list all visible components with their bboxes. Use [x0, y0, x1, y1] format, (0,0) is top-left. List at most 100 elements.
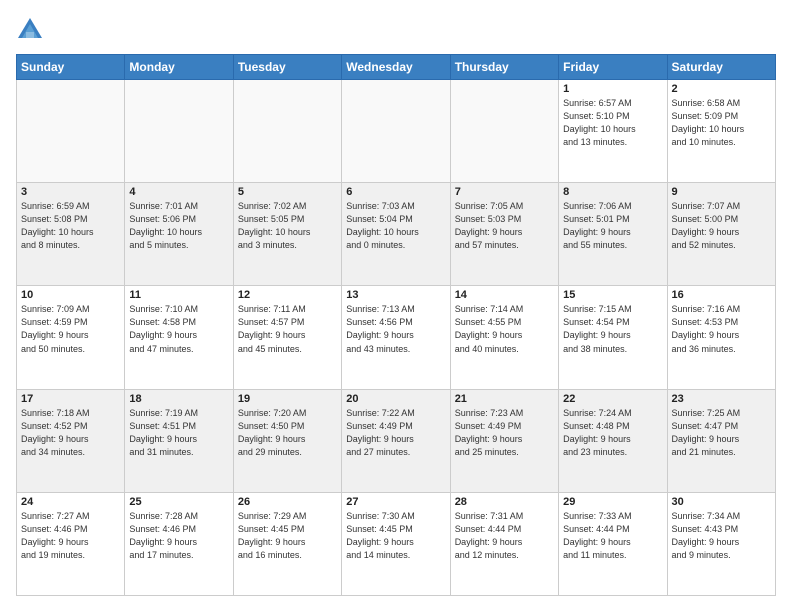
weekday-header: Friday [559, 55, 667, 80]
day-info: Sunrise: 7:22 AM Sunset: 4:49 PM Dayligh… [346, 407, 445, 459]
day-info: Sunrise: 7:02 AM Sunset: 5:05 PM Dayligh… [238, 200, 337, 252]
calendar-cell: 1Sunrise: 6:57 AM Sunset: 5:10 PM Daylig… [559, 80, 667, 183]
day-info: Sunrise: 7:33 AM Sunset: 4:44 PM Dayligh… [563, 510, 662, 562]
day-info: Sunrise: 7:34 AM Sunset: 4:43 PM Dayligh… [672, 510, 771, 562]
day-info: Sunrise: 7:24 AM Sunset: 4:48 PM Dayligh… [563, 407, 662, 459]
calendar-cell: 13Sunrise: 7:13 AM Sunset: 4:56 PM Dayli… [342, 286, 450, 389]
calendar-cell: 25 Sunrise: 7:28 AM Sunset: 4:46 PM Dayli… [125, 492, 233, 595]
calendar-cell: 12 Sunrise: 7:11 AM Sunset: 4:57 PM Dayli… [233, 286, 341, 389]
calendar-cell: 30 Sunrise: 7:34 AM Sunset: 4:43 PM Dayli… [667, 492, 775, 595]
day-number: 10 [21, 289, 120, 301]
day-info: Sunrise: 7:01 AM Sunset: 5:06 PM Dayligh… [129, 200, 228, 252]
day-number: 3 [21, 186, 120, 198]
day-info: Sunrise: 7:20 AM Sunset: 4:50 PM Dayligh… [238, 407, 337, 459]
day-info: Sunrise: 6:57 AM Sunset: 5:10 PM Dayligh… [563, 97, 662, 149]
day-info: Sunrise: 7:13 AM Sunset: 4:56 PM Dayligh… [346, 303, 445, 355]
logo-icon [16, 16, 44, 44]
calendar-cell: 5 Sunrise: 7:02 AM Sunset: 5:05 PM Daylig… [233, 183, 341, 286]
weekday-header: Saturday [667, 55, 775, 80]
day-info: Sunrise: 7:15 AM Sunset: 4:54 PM Dayligh… [563, 303, 662, 355]
day-info: Sunrise: 7:30 AM Sunset: 4:45 PM Dayligh… [346, 510, 445, 562]
calendar-cell: 22 Sunrise: 7:24 AM Sunset: 4:48 PM Dayli… [559, 389, 667, 492]
day-number: 20 [346, 393, 445, 405]
day-number: 29 [563, 496, 662, 508]
day-info: Sunrise: 7:29 AM Sunset: 4:45 PM Dayligh… [238, 510, 337, 562]
day-number: 11 [129, 289, 228, 301]
weekday-header: Thursday [450, 55, 558, 80]
calendar-cell: 10 Sunrise: 7:09 AM Sunset: 4:59 PM Dayli… [17, 286, 125, 389]
day-info: Sunrise: 7:14 AM Sunset: 4:55 PM Dayligh… [455, 303, 554, 355]
calendar-cell: 11 Sunrise: 7:10 AM Sunset: 4:58 PM Dayli… [125, 286, 233, 389]
day-info: Sunrise: 7:23 AM Sunset: 4:49 PM Dayligh… [455, 407, 554, 459]
calendar-cell: 26 Sunrise: 7:29 AM Sunset: 4:45 PM Dayli… [233, 492, 341, 595]
day-info: Sunrise: 7:06 AM Sunset: 5:01 PM Dayligh… [563, 200, 662, 252]
day-number: 9 [672, 186, 771, 198]
day-info: Sunrise: 7:11 AM Sunset: 4:57 PM Dayligh… [238, 303, 337, 355]
day-number: 2 [672, 83, 771, 95]
day-info: Sunrise: 7:10 AM Sunset: 4:58 PM Dayligh… [129, 303, 228, 355]
day-info: Sunrise: 7:31 AM Sunset: 4:44 PM Dayligh… [455, 510, 554, 562]
day-number: 21 [455, 393, 554, 405]
calendar-cell [125, 80, 233, 183]
calendar-cell: 29 Sunrise: 7:33 AM Sunset: 4:44 PM Dayli… [559, 492, 667, 595]
day-info: Sunrise: 7:28 AM Sunset: 4:46 PM Dayligh… [129, 510, 228, 562]
calendar-cell: 6 Sunrise: 7:03 AM Sunset: 5:04 PM Daylig… [342, 183, 450, 286]
calendar-cell: 14 Sunrise: 7:14 AM Sunset: 4:55 PM Dayli… [450, 286, 558, 389]
day-number: 19 [238, 393, 337, 405]
day-info: Sunrise: 7:07 AM Sunset: 5:00 PM Dayligh… [672, 200, 771, 252]
day-number: 24 [21, 496, 120, 508]
day-info: Sunrise: 6:58 AM Sunset: 5:09 PM Dayligh… [672, 97, 771, 149]
calendar-cell: 20 Sunrise: 7:22 AM Sunset: 4:49 PM Dayli… [342, 389, 450, 492]
day-number: 5 [238, 186, 337, 198]
day-number: 28 [455, 496, 554, 508]
day-number: 26 [238, 496, 337, 508]
calendar-cell: 16 Sunrise: 7:16 AM Sunset: 4:53 PM Dayli… [667, 286, 775, 389]
day-info: Sunrise: 7:03 AM Sunset: 5:04 PM Dayligh… [346, 200, 445, 252]
day-number: 25 [129, 496, 228, 508]
header [16, 16, 776, 44]
calendar-cell: 21 Sunrise: 7:23 AM Sunset: 4:49 PM Dayli… [450, 389, 558, 492]
day-number: 4 [129, 186, 228, 198]
calendar-cell: 23 Sunrise: 7:25 AM Sunset: 4:47 PM Dayli… [667, 389, 775, 492]
day-number: 14 [455, 289, 554, 301]
calendar-cell: 7 Sunrise: 7:05 AM Sunset: 5:03 PM Daylig… [450, 183, 558, 286]
day-info: Sunrise: 7:16 AM Sunset: 4:53 PM Dayligh… [672, 303, 771, 355]
day-info: Sunrise: 7:18 AM Sunset: 4:52 PM Dayligh… [21, 407, 120, 459]
weekday-header: Sunday [17, 55, 125, 80]
weekday-header: Wednesday [342, 55, 450, 80]
calendar-cell: 24 Sunrise: 7:27 AM Sunset: 4:46 PM Dayli… [17, 492, 125, 595]
day-info: Sunrise: 7:25 AM Sunset: 4:47 PM Dayligh… [672, 407, 771, 459]
calendar-cell: 28 Sunrise: 7:31 AM Sunset: 4:44 PM Dayli… [450, 492, 558, 595]
calendar-cell: 2 Sunrise: 6:58 AM Sunset: 5:09 PM Daylig… [667, 80, 775, 183]
day-number: 12 [238, 289, 337, 301]
day-number: 18 [129, 393, 228, 405]
day-info: Sunrise: 7:27 AM Sunset: 4:46 PM Dayligh… [21, 510, 120, 562]
day-number: 27 [346, 496, 445, 508]
day-number: 30 [672, 496, 771, 508]
calendar-cell [233, 80, 341, 183]
day-number: 8 [563, 186, 662, 198]
calendar-cell: 8 Sunrise: 7:06 AM Sunset: 5:01 PM Daylig… [559, 183, 667, 286]
day-info: Sunrise: 7:19 AM Sunset: 4:51 PM Dayligh… [129, 407, 228, 459]
calendar-cell: 9 Sunrise: 7:07 AM Sunset: 5:00 PM Daylig… [667, 183, 775, 286]
weekday-header: Tuesday [233, 55, 341, 80]
calendar-cell: 17 Sunrise: 7:18 AM Sunset: 4:52 PM Dayli… [17, 389, 125, 492]
day-number: 22 [563, 393, 662, 405]
day-info: Sunrise: 6:59 AM Sunset: 5:08 PM Dayligh… [21, 200, 120, 252]
day-number: 17 [21, 393, 120, 405]
calendar-cell [450, 80, 558, 183]
page: SundayMondayTuesdayWednesdayThursdayFrid… [0, 0, 792, 612]
day-number: 23 [672, 393, 771, 405]
day-number: 16 [672, 289, 771, 301]
calendar-cell: 18 Sunrise: 7:19 AM Sunset: 4:51 PM Dayli… [125, 389, 233, 492]
calendar-cell [17, 80, 125, 183]
calendar-cell: 4 Sunrise: 7:01 AM Sunset: 5:06 PM Daylig… [125, 183, 233, 286]
day-info: Sunrise: 7:09 AM Sunset: 4:59 PM Dayligh… [21, 303, 120, 355]
day-number: 7 [455, 186, 554, 198]
calendar-cell [342, 80, 450, 183]
calendar-cell: 27 Sunrise: 7:30 AM Sunset: 4:45 PM Dayli… [342, 492, 450, 595]
weekday-header: Monday [125, 55, 233, 80]
day-info: Sunrise: 7:05 AM Sunset: 5:03 PM Dayligh… [455, 200, 554, 252]
day-number: 6 [346, 186, 445, 198]
calendar-table: SundayMondayTuesdayWednesdayThursdayFrid… [16, 54, 776, 596]
